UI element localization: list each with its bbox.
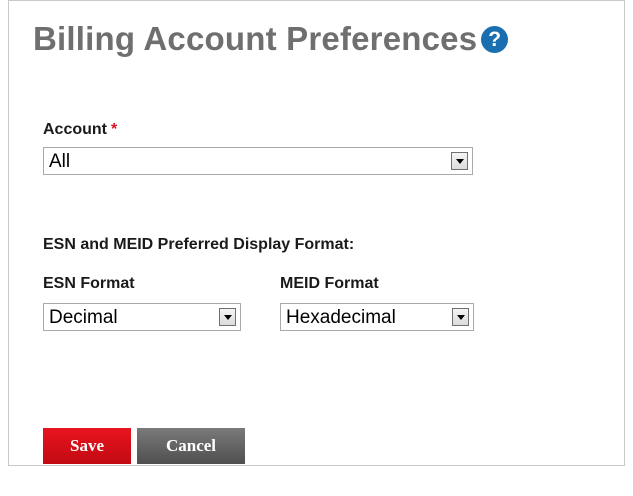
account-select-value: All	[49, 151, 71, 172]
esn-format-label: ESN Format	[43, 275, 135, 292]
cancel-button[interactable]: Cancel	[137, 428, 245, 464]
required-marker: *	[111, 121, 118, 138]
account-select[interactable]: All	[43, 147, 473, 175]
esn-format-select-arrow[interactable]	[219, 308, 236, 326]
chevron-down-icon	[455, 158, 464, 164]
meid-format-select-value: Hexadecimal	[286, 307, 396, 328]
account-select-arrow[interactable]	[451, 152, 468, 170]
page-title-text: Billing Account Preferences	[33, 20, 478, 57]
chevron-down-icon	[456, 314, 465, 320]
account-label: Account *	[43, 121, 117, 139]
chevron-down-icon	[223, 314, 232, 320]
page-title: Billing Account Preferences?	[33, 20, 509, 58]
account-label-text: Account	[43, 121, 107, 138]
billing-preferences-panel	[8, 0, 625, 466]
meid-format-select-arrow[interactable]	[452, 308, 469, 326]
save-button[interactable]: Save	[43, 428, 131, 464]
esn-format-select[interactable]: Decimal	[43, 303, 241, 331]
esn-format-select-value: Decimal	[49, 307, 118, 328]
help-icon[interactable]: ?	[481, 25, 509, 53]
meid-format-select[interactable]: Hexadecimal	[280, 303, 474, 331]
meid-format-label: MEID Format	[280, 275, 379, 292]
display-format-heading: ESN and MEID Preferred Display Format:	[43, 236, 355, 253]
